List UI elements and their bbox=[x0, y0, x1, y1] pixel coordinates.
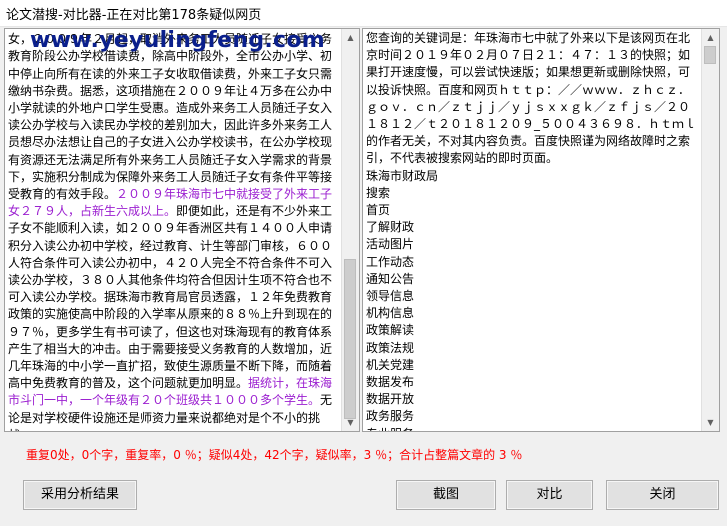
webpage-link-item[interactable]: 首页 bbox=[366, 202, 701, 219]
webpage-link-item[interactable]: 政务服务 bbox=[366, 408, 701, 425]
webpage-link-item[interactable]: 数据开放 bbox=[366, 391, 701, 408]
webpage-link-item[interactable]: 政策法规 bbox=[366, 340, 701, 357]
source-vertical-scrollbar[interactable]: ▲ ▼ bbox=[341, 29, 359, 431]
screenshot-button[interactable]: 截图 bbox=[396, 480, 496, 510]
webpage-link-item[interactable]: 机构信息 bbox=[366, 305, 701, 322]
webpage-link-item[interactable]: 政策解读 bbox=[366, 322, 701, 339]
webpage-text-panel[interactable]: 您查询的关键词是：年珠海市七中就了外来以下是该网页在北京时间２０１９年０２月０７… bbox=[362, 28, 720, 432]
webpage-link-item[interactable]: 了解财政 bbox=[366, 219, 701, 236]
scroll-up-arrow-icon[interactable]: ▲ bbox=[342, 29, 359, 46]
webpage-links-list: 珠海市财政局 搜索 首页 了解财政 活动图片 工作动态 通知公告 领导信息 机构信息 政策解读 政策… bbox=[366, 168, 701, 431]
webpage-scroll-thumb[interactable] bbox=[704, 46, 716, 64]
source-text-content: 实行了新一轮的高中招生方案改革。年来到珠海的外来务工子女，２００９年２月起，取消… bbox=[7, 29, 341, 431]
compare-button[interactable]: 对比 bbox=[506, 480, 593, 510]
webpage-text-content: 您查询的关键词是：年珠海市七中就了外来以下是该网页在北京时间２０１９年０２月０７… bbox=[365, 29, 701, 431]
close-button[interactable]: 关闭 bbox=[606, 480, 719, 510]
source-text-segment: ２００９年２月起，取消外来务工人员随迁子女接受义务教育阶段公办学校借读费，除高中… bbox=[8, 32, 333, 202]
snapshot-header-text: 您查询的关键词是：年珠海市七中就了外来以下是该网页在北京时间２０１９年０２月０７… bbox=[366, 31, 697, 166]
scroll-down-arrow-icon[interactable]: ▼ bbox=[342, 414, 359, 431]
webpage-vertical-scrollbar[interactable]: ▲ ▼ bbox=[701, 29, 719, 431]
webpage-link-item[interactable]: 领导信息 bbox=[366, 288, 701, 305]
scroll-up-arrow-icon[interactable]: ▲ bbox=[702, 29, 719, 46]
source-text-panel[interactable]: 实行了新一轮的高中招生方案改革。年来到珠海的外来务工子女，２００９年２月起，取消… bbox=[4, 28, 360, 432]
source-scroll-thumb[interactable] bbox=[344, 259, 356, 419]
webpage-link-item[interactable]: 珠海市财政局 bbox=[366, 168, 701, 185]
webpage-link-item[interactable]: 通知公告 bbox=[366, 271, 701, 288]
use-analysis-result-button[interactable]: 采用分析结果 bbox=[23, 480, 137, 510]
source-text-segment: 即便如此，还是有不少外来工子女不能顺利入读，如２００９年香洲区共有１４００人申请… bbox=[8, 204, 333, 391]
scroll-down-arrow-icon[interactable]: ▼ bbox=[702, 414, 719, 431]
webpage-link-item[interactable]: 专业服务 bbox=[366, 426, 701, 431]
webpage-link-item[interactable]: 数据发布 bbox=[366, 374, 701, 391]
webpage-link-item[interactable]: 活动图片 bbox=[366, 236, 701, 253]
webpage-link-item[interactable]: 搜索 bbox=[366, 185, 701, 202]
window-title: 论文潜搜-对比器-正在对比第178条疑似网页 bbox=[6, 8, 262, 23]
webpage-link-item[interactable]: 工作动态 bbox=[366, 254, 701, 271]
similarity-summary: 重复0处，0个字，重复率，0 ％；疑似4处，42个字，疑似率，3 ％；合计占整篇… bbox=[26, 448, 523, 462]
title-bar: 论文潜搜-对比器-正在对比第178条疑似网页 bbox=[0, 0, 727, 27]
webpage-link-item[interactable]: 机关党建 bbox=[366, 357, 701, 374]
